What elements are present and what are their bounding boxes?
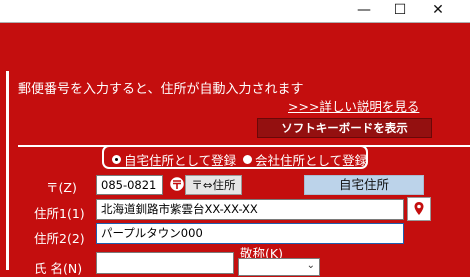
address-type-display: 自宅住所 xyxy=(304,175,424,195)
map-pin-icon[interactable] xyxy=(407,197,431,221)
address2-input[interactable]: パープルタウン000 xyxy=(96,223,404,244)
minimize-icon[interactable]: — xyxy=(346,0,382,22)
name-input[interactable] xyxy=(96,252,234,274)
address2-label: 住所2(2) xyxy=(34,231,85,246)
address1-input[interactable]: 北海道釧路市紫雲台XX-XX-XX xyxy=(96,199,404,220)
chevron-down-icon[interactable]: ⌄ xyxy=(307,259,315,275)
address1-label: 住所1(1) xyxy=(34,206,85,221)
window-titlebar: — ☐ ✕ xyxy=(0,0,470,23)
radio-unchecked-icon[interactable] xyxy=(243,155,252,164)
address-type-radio-group: 自宅住所として登録 会社住所として登録 xyxy=(102,145,368,169)
postal-label: 〒(Z) xyxy=(46,180,77,195)
name-label: 氏 名(N) xyxy=(34,261,83,276)
frame-left-border xyxy=(6,71,9,270)
postal-code-input[interactable]: 085-0821 xyxy=(96,175,163,195)
radio-home-label: 自宅住所として登録 xyxy=(124,153,237,168)
details-link[interactable]: >>>詳しい説明を見る xyxy=(288,96,419,115)
radio-work-address[interactable]: 会社住所として登録 xyxy=(243,150,367,169)
radio-work-label: 会社住所として登録 xyxy=(255,153,368,168)
postal-mark-icon[interactable] xyxy=(168,175,186,193)
radio-home-address[interactable]: 自宅住所として登録 xyxy=(112,150,236,169)
soft-keyboard-button[interactable]: ソフトキーボードを表示 xyxy=(257,118,432,138)
instruction-text: 郵便番号を入力すると、住所が自動入力されます xyxy=(18,82,304,97)
postal-address-convert-button[interactable]: 〒⇔住所 xyxy=(185,175,242,195)
honorific-select[interactable]: ⌄ xyxy=(238,258,320,276)
close-icon[interactable]: ✕ xyxy=(420,0,456,22)
radio-checked-icon[interactable] xyxy=(112,155,121,164)
maximize-icon[interactable]: ☐ xyxy=(382,0,418,22)
